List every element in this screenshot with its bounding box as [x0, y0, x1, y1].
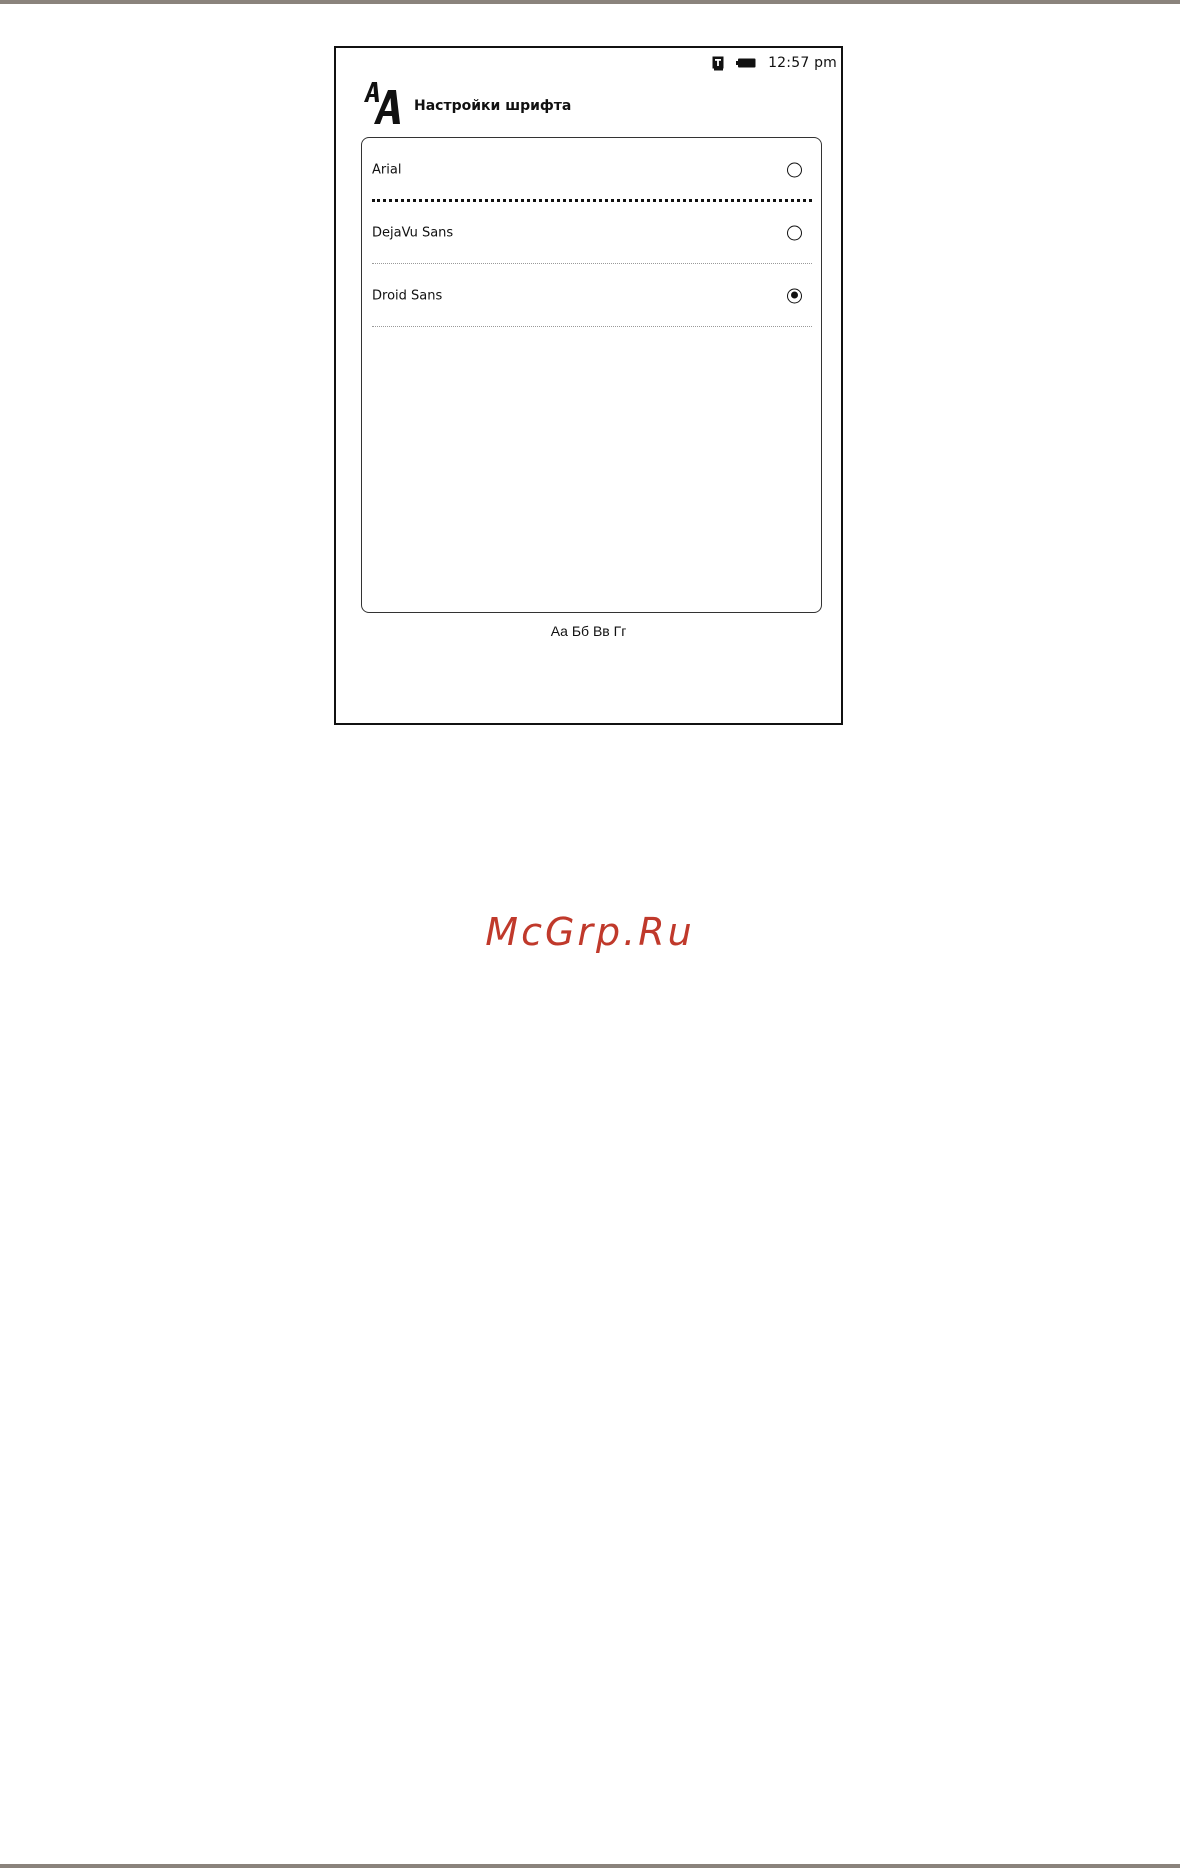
font-option-droid-sans[interactable]: Droid Sans [372, 264, 812, 327]
font-option-label: DejaVu Sans [372, 225, 454, 240]
font-option-dejavu-sans[interactable]: DejaVu Sans [372, 201, 812, 264]
radio-button-selected[interactable] [787, 288, 802, 303]
row-divider [372, 326, 812, 327]
battery-icon [736, 58, 756, 68]
font-list: Arial DejaVu Sans Droid Sans [361, 137, 822, 613]
font-option-label: Droid Sans [372, 288, 443, 303]
page-top-rule [0, 0, 1180, 4]
font-option-label: Arial [372, 162, 402, 177]
font-option-arial[interactable]: Arial [372, 138, 812, 202]
radio-button[interactable] [787, 225, 802, 240]
book-store-icon [712, 56, 724, 71]
page-bottom-rule [0, 1864, 1180, 1868]
radio-button[interactable] [787, 162, 802, 177]
font-preview-text: Аа Бб Вв Гг [550, 623, 627, 639]
font-size-aa-icon [362, 80, 410, 126]
status-bar: 12:57 pm [712, 53, 837, 73]
status-time: 12:57 pm [768, 55, 837, 71]
device-screen: 12:57 pm Настройки шрифта Arial DejaVu S… [334, 46, 843, 725]
header: Настройки шрифта [362, 80, 571, 126]
watermark-logo: McGrp.Ru [485, 910, 695, 954]
page-title: Настройки шрифта [414, 98, 572, 114]
